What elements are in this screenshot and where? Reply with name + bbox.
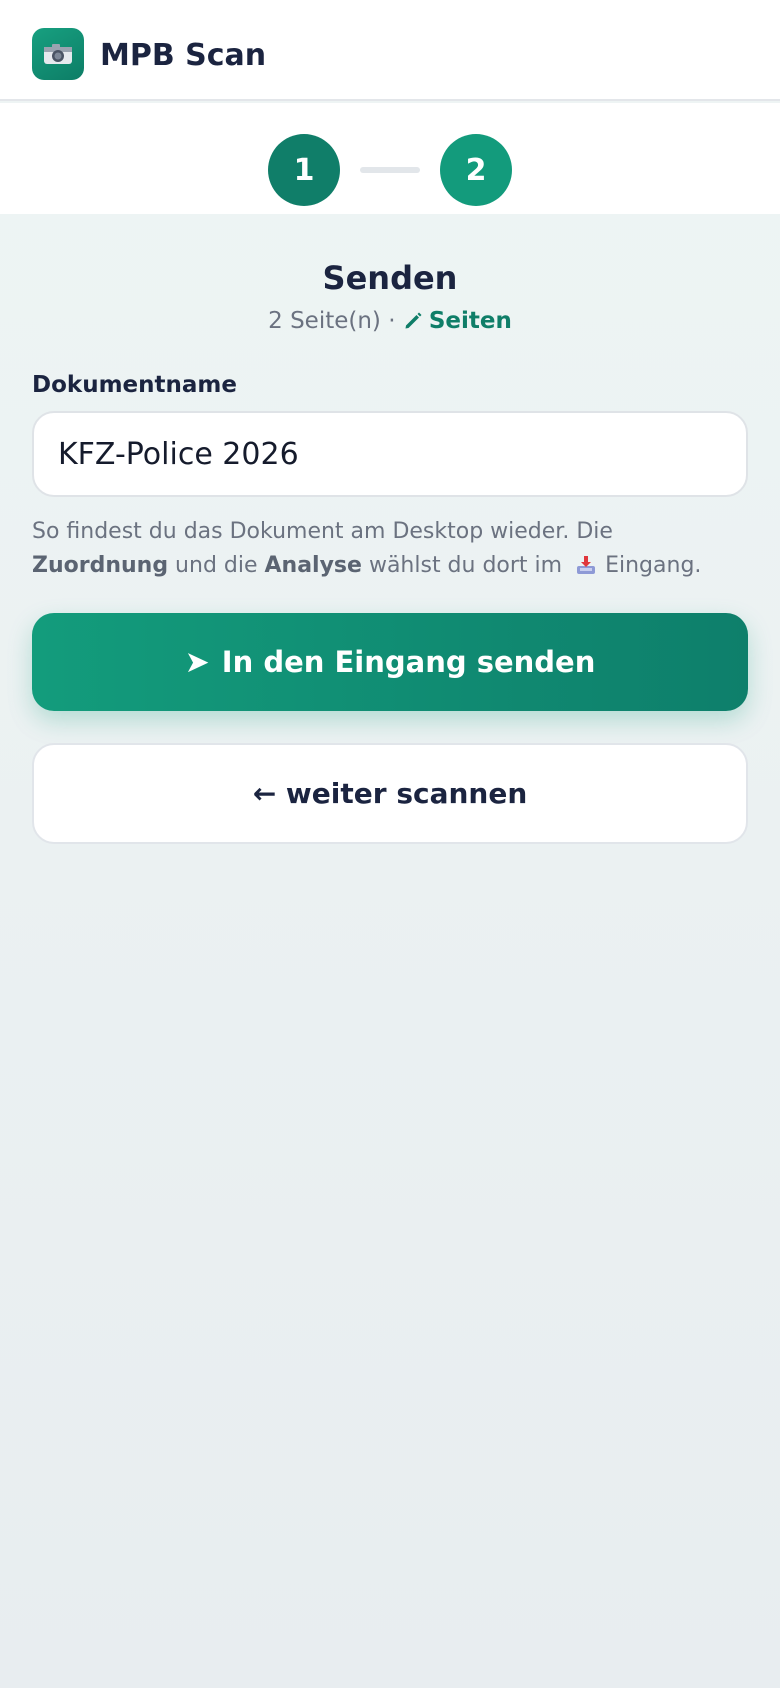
send-to-inbox-button[interactable]: ➤ In den Eingang senden [32, 613, 748, 711]
document-name-input[interactable] [32, 411, 748, 497]
hint-part-3: wählst du dort im [361, 553, 570, 578]
send-arrow-icon: ➤ [184, 644, 210, 680]
camera-icon [32, 28, 84, 80]
page-count: 2 Seite(n) [268, 308, 381, 334]
hint-part-2: und die [168, 553, 265, 578]
separator: · [388, 308, 396, 334]
step-1-label: 1 [293, 152, 315, 188]
step-1[interactable]: 1 [268, 134, 340, 206]
continue-scanning-button[interactable]: ← weiter scannen [32, 743, 748, 844]
edit-pages-link[interactable]: Seiten [403, 308, 512, 334]
hint-bold-zuordnung: Zuordnung [32, 553, 169, 578]
send-button-label: In den Eingang senden [221, 645, 596, 679]
step-2[interactable]: 2 [440, 134, 512, 206]
inbox-icon [577, 556, 596, 574]
edit-pages-label: Seiten [428, 308, 512, 334]
hint-text: So findest du das Dokument am Desktop wi… [32, 515, 752, 583]
continue-scanning-label: ← weiter scannen [252, 777, 528, 810]
hint-bold-analyse: Analyse [264, 553, 362, 578]
page-subtitle: 2 Seite(n) · Seiten [0, 306, 780, 336]
app-title: MPB Scan [100, 38, 267, 73]
step-2-label: 2 [465, 152, 487, 188]
app-header: MPB Scan [0, 0, 780, 101]
page-title: Senden [322, 259, 458, 297]
step-connector [360, 167, 420, 173]
hint-part-1: So findest du das Dokument am Desktop wi… [32, 519, 613, 544]
pencil-icon [405, 312, 422, 329]
hint-part-4: Eingang. [605, 553, 702, 578]
stepper: 1 2 [0, 103, 780, 214]
document-name-label: Dokumentname [32, 372, 237, 398]
